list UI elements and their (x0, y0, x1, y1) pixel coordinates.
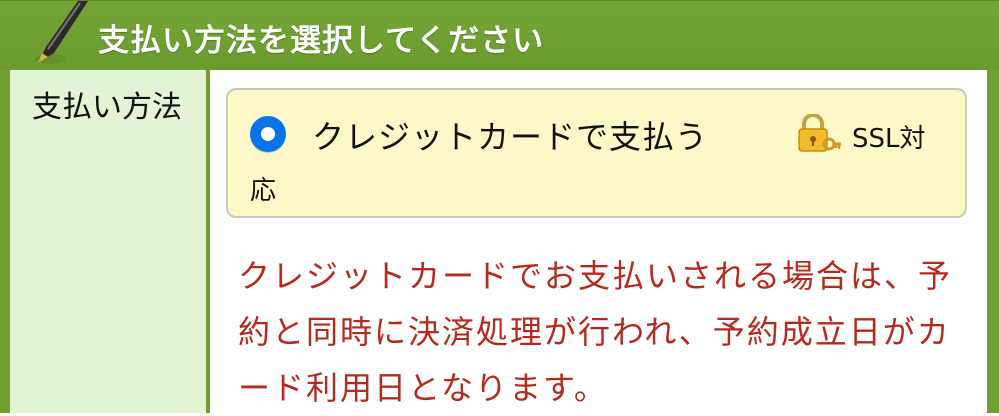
notice-line: ード利用日となります。 (238, 369, 608, 407)
notice-line: クレジットカードでお支払いされる場合は、予 (238, 257, 953, 295)
credit-card-option-label[interactable]: クレジットカードで支払う (312, 112, 708, 158)
label-cell: 支払い方法 (0, 70, 210, 413)
ssl-support-text: SSL対 (852, 124, 926, 154)
payment-notice: クレジットカードでお支払いされる場合は、予 約と同時に決済処理が行われ、予約成立… (238, 248, 958, 416)
credit-card-option[interactable]: クレジットカードで支払う SSL対 応 (226, 88, 967, 218)
lock-key-icon (798, 114, 841, 152)
pen-icon (34, 1, 88, 64)
notice-line: 約と同時に決済処理が行われ、予約成立日がカ (238, 313, 951, 351)
section-header: 支払い方法を選択してください (0, 0, 999, 70)
page-title: 支払い方法を選択してください (98, 23, 545, 59)
credit-card-radio[interactable] (250, 116, 286, 152)
payment-method-label: 支払い方法 (32, 90, 182, 125)
content-cell: クレジットカードで支払う SSL対 応 クレジットカードでお支払いされる場合は、… (210, 70, 999, 413)
ssl-support-text-wrap: 応 (250, 176, 277, 206)
